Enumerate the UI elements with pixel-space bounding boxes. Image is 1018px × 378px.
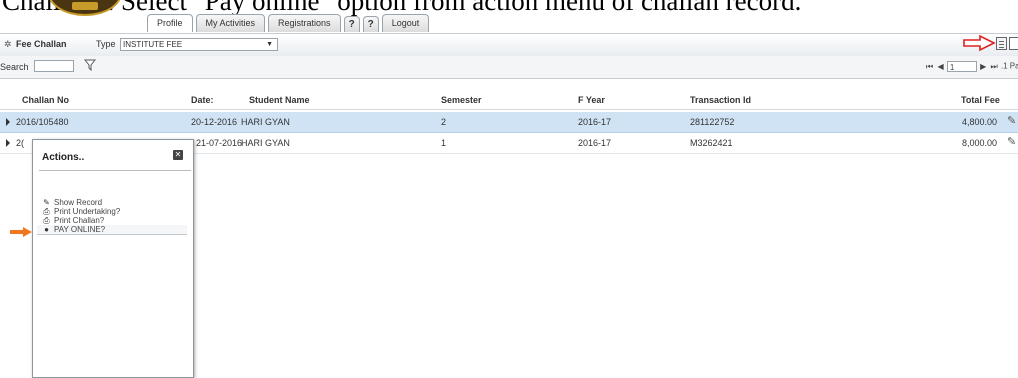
filter-icon[interactable] — [84, 59, 96, 71]
menu-item-label: Print Undertaking? — [54, 207, 121, 216]
expand-icon[interactable] — [6, 139, 10, 147]
column-header-transaction-id[interactable]: Transaction Id — [690, 95, 751, 105]
tab-info-icon[interactable]: ? — [362, 16, 379, 32]
bullet-icon: ● — [44, 225, 49, 234]
search-toolbar: Search ⏮ ◀ 1 ▶ ⏭ .1 Page(s — [0, 56, 1018, 79]
top-tabs: Profile My Activities Registrations ? ? … — [147, 14, 432, 32]
expand-icon[interactable] — [6, 118, 10, 126]
fee-type-value: INSTITUTE FEE — [123, 40, 183, 49]
challan-no-cell: 2( — [16, 138, 25, 148]
total-fee-cell: 4,800.00 — [962, 117, 998, 127]
tab-registrations[interactable]: Registrations — [268, 14, 341, 32]
transaction-id-cell: 281122752 — [690, 117, 735, 127]
grid-header: Challan No Date: Student Name Semester F… — [0, 91, 1018, 110]
page-number-input[interactable]: 1 — [946, 61, 977, 72]
first-page-icon[interactable]: ⏮ — [926, 62, 933, 72]
chevron-down-icon: ▼ — [266, 41, 273, 48]
f-year-cell: 2016-17 — [578, 138, 612, 148]
type-label: Type — [96, 39, 116, 49]
document-icon[interactable] — [996, 37, 1007, 50]
transaction-id-cell: M3262421 — [690, 138, 733, 148]
column-header-date[interactable]: Date: — [191, 95, 214, 105]
search-label: Search — [0, 62, 29, 72]
date-cell: 21-07-2016 — [196, 138, 243, 148]
tab-help-icon[interactable]: ? — [343, 16, 360, 32]
challan-no-cell: 2016/105480 — [16, 117, 69, 127]
student-name-cell: HARI GYAN — [241, 117, 290, 127]
search-input[interactable] — [34, 60, 74, 72]
pager: ⏮ ◀ 1 ▶ ⏭ .1 Page(s — [925, 61, 1018, 72]
institute-logo — [42, 0, 128, 16]
menu-item-label: Print Challan? — [54, 216, 105, 225]
column-header-f-year[interactable]: F Year — [578, 95, 605, 105]
next-page-icon[interactable]: ▶ — [980, 62, 986, 71]
menu-item-pay-online[interactable]: ● PAY ONLINE? — [37, 225, 187, 235]
student-name-cell: HARI GYAN — [241, 138, 290, 148]
gear-icon: ✲ — [4, 39, 12, 49]
prev-page-icon[interactable]: ◀ — [937, 62, 943, 71]
tab-logout[interactable]: Logout — [381, 14, 430, 32]
column-header-semester[interactable]: Semester — [441, 95, 482, 105]
toolbar-title: Fee Challan — [16, 39, 67, 49]
pencil-icon[interactable]: ✎ — [1007, 115, 1018, 127]
new-document-icon[interactable] — [1009, 37, 1018, 50]
column-header-challan-no[interactable]: Challan No — [22, 95, 69, 105]
table-row[interactable]: 2016/105480 20-12-2016 HARI GYAN 2 2016-… — [0, 112, 1018, 133]
semester-cell: 1 — [441, 138, 447, 148]
menu-item-label: Show Record — [54, 198, 103, 207]
close-icon[interactable]: ✕ — [173, 150, 183, 160]
f-year-cell: 2016-17 — [578, 117, 612, 127]
tab-profile[interactable]: Profile — [147, 14, 193, 32]
pencil-icon[interactable]: ✎ — [1007, 136, 1018, 148]
date-cell: 20-12-2016 — [191, 117, 238, 127]
column-header-total-fee[interactable]: Total Fee — [961, 95, 1000, 105]
tab-my-activities[interactable]: My Activities — [195, 14, 266, 32]
orange-arrow-icon — [10, 227, 32, 237]
page-count-text: .1 Page(s — [1000, 61, 1018, 71]
last-page-icon[interactable]: ⏭ — [990, 62, 997, 72]
divider — [39, 170, 191, 171]
column-header-student-name[interactable]: Student Name — [249, 95, 310, 105]
semester-cell: 2 — [441, 117, 447, 127]
fee-challan-toolbar: ✲ Fee Challan Type INSTITUTE FEE ▼ — [0, 33, 1018, 57]
menu-item-label: PAY ONLINE? — [54, 225, 106, 234]
fee-type-select[interactable]: INSTITUTE FEE ▼ — [120, 38, 278, 51]
red-arrow-icon — [963, 34, 996, 52]
total-fee-cell: 8,000.00 — [962, 138, 998, 148]
actions-menu-title: Actions.. — [42, 152, 85, 163]
actions-menu: Actions.. ✕ ✎ Show Record ⎙ Print Undertak… — [32, 139, 194, 378]
